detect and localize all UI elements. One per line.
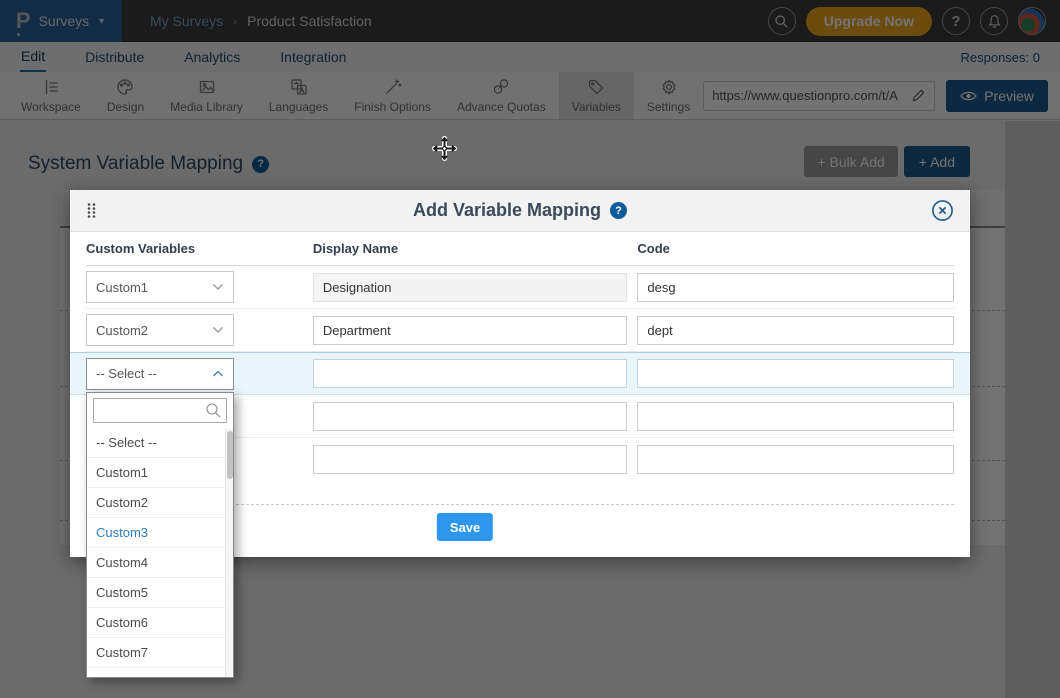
drag-handle[interactable] bbox=[86, 202, 97, 219]
dropdown-options-list: -- Select -- Custom1 Custom2 Custom3 Cus… bbox=[87, 428, 233, 668]
code-input-3[interactable] bbox=[637, 359, 954, 388]
column-header-custom-variables: Custom Variables bbox=[86, 241, 234, 256]
close-icon bbox=[931, 199, 954, 222]
dropdown-option-highlighted[interactable]: Custom3 bbox=[87, 518, 233, 548]
chevron-down-icon bbox=[212, 283, 224, 291]
app-window: P Surveys ▼ My Surveys › Product Satisfa… bbox=[0, 0, 1060, 698]
modal-close-button[interactable] bbox=[931, 199, 954, 222]
code-input-2[interactable] bbox=[637, 316, 954, 345]
column-header-code: Code bbox=[637, 241, 954, 256]
variable-select-2[interactable]: Custom2 bbox=[86, 314, 234, 346]
dropdown-option[interactable]: Custom7 bbox=[87, 638, 233, 668]
column-header-display-name: Display Name bbox=[313, 241, 628, 256]
table-row-active: -- Select -- bbox=[70, 352, 970, 395]
modal-title: Add Variable Mapping bbox=[413, 200, 601, 221]
variable-select-3-open[interactable]: -- Select -- bbox=[86, 358, 234, 390]
save-button[interactable]: Save bbox=[437, 513, 493, 541]
dropdown-option[interactable]: Custom5 bbox=[87, 578, 233, 608]
table-row: Custom2 bbox=[86, 309, 954, 352]
dropdown-option[interactable]: Custom4 bbox=[87, 548, 233, 578]
search-icon bbox=[205, 402, 222, 419]
modal-help-icon[interactable]: ? bbox=[610, 202, 627, 219]
dropdown-option[interactable]: -- Select -- bbox=[87, 428, 233, 458]
display-name-input-2[interactable] bbox=[313, 316, 628, 345]
drag-dots-icon bbox=[86, 202, 97, 219]
variable-select-1[interactable]: Custom1 bbox=[86, 271, 234, 303]
dropdown-search-box bbox=[93, 398, 227, 423]
variable-dropdown-panel: -- Select -- Custom1 Custom2 Custom3 Cus… bbox=[86, 392, 234, 678]
dropdown-scrollbar-thumb[interactable] bbox=[227, 431, 233, 479]
display-name-input-1[interactable] bbox=[313, 273, 628, 302]
display-name-input-3[interactable] bbox=[313, 359, 628, 388]
display-name-input-5[interactable] bbox=[313, 445, 628, 474]
dropdown-option[interactable]: Custom2 bbox=[87, 488, 233, 518]
table-header-row: Custom Variables Display Name Code bbox=[86, 232, 954, 266]
table-row: Custom1 bbox=[86, 266, 954, 309]
code-input-5[interactable] bbox=[637, 445, 954, 474]
modal-header: Add Variable Mapping ? bbox=[70, 190, 970, 232]
dropdown-option[interactable]: Custom6 bbox=[87, 608, 233, 638]
dropdown-scrollbar bbox=[225, 429, 233, 677]
code-input-1[interactable] bbox=[637, 273, 954, 302]
dropdown-option[interactable]: Custom1 bbox=[87, 458, 233, 488]
code-input-4[interactable] bbox=[637, 402, 954, 431]
chevron-up-icon bbox=[212, 370, 224, 378]
display-name-input-4[interactable] bbox=[313, 402, 628, 431]
chevron-down-icon bbox=[212, 326, 224, 334]
